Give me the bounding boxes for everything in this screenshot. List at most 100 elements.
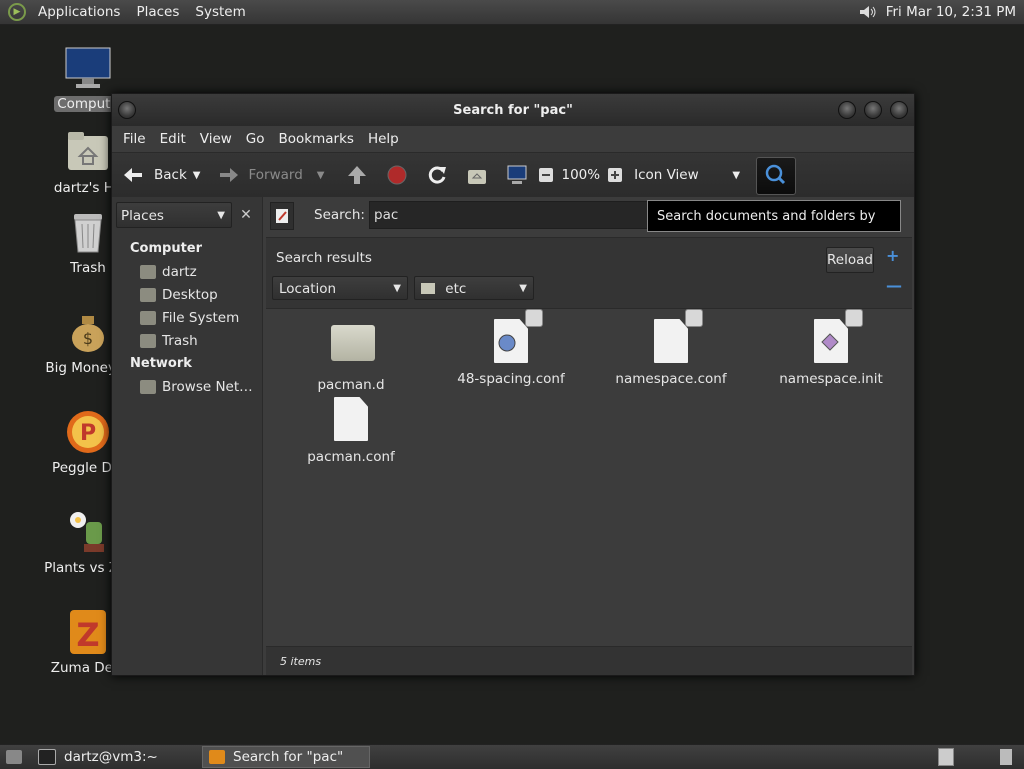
menu-bookmarks[interactable]: Bookmarks bbox=[272, 131, 361, 147]
money-bag-icon: $ bbox=[64, 308, 112, 356]
workspace-icon bbox=[938, 748, 954, 766]
reload-button[interactable] bbox=[426, 153, 448, 197]
reload-icon bbox=[429, 166, 447, 184]
zoom-in-button[interactable] bbox=[607, 153, 623, 197]
remove-criterion-icon[interactable]: — bbox=[886, 276, 902, 295]
zoom-level[interactable]: 100% bbox=[561, 153, 600, 197]
menu-go[interactable]: Go bbox=[239, 131, 272, 147]
location-combo[interactable]: etc ▼ bbox=[414, 276, 534, 300]
system-menu[interactable]: System bbox=[187, 4, 253, 20]
maximize-button[interactable] bbox=[864, 101, 882, 119]
chevron-down-icon: ▼ bbox=[393, 283, 401, 294]
network-icon bbox=[140, 380, 156, 394]
lock-icon bbox=[685, 309, 703, 327]
drive-icon bbox=[140, 311, 156, 325]
edit-query-button[interactable] bbox=[270, 202, 294, 230]
trash-applet[interactable] bbox=[1000, 746, 1020, 768]
close-button[interactable] bbox=[890, 101, 908, 119]
taskbar-item-search[interactable]: Search for "pac" bbox=[202, 746, 370, 768]
top-panel: ▶ Applications Places System Fri Mar 10,… bbox=[0, 0, 1024, 25]
gnome-foot-icon[interactable]: ▶ bbox=[8, 3, 26, 21]
file-browser-window: Search for "pac" File Edit View Go Bookm… bbox=[111, 93, 915, 676]
zoom-in-icon bbox=[608, 168, 623, 182]
file-item[interactable]: pacman.d bbox=[286, 319, 416, 393]
search-button[interactable] bbox=[756, 157, 796, 195]
computer-icon bbox=[507, 165, 527, 184]
forward-arrow-icon bbox=[220, 168, 239, 182]
sidebar-item-trash[interactable]: Trash bbox=[140, 333, 198, 349]
up-arrow-icon bbox=[348, 166, 367, 184]
desktop-icon bbox=[140, 288, 156, 302]
search-input[interactable] bbox=[369, 201, 659, 229]
top-panel-right: Fri Mar 10, 2:31 PM bbox=[858, 4, 1024, 20]
workspace-switcher[interactable] bbox=[938, 746, 956, 768]
home-icon bbox=[468, 170, 487, 184]
window-titlebar[interactable]: Search for "pac" bbox=[112, 94, 914, 126]
window-menu-button[interactable] bbox=[118, 101, 136, 119]
lock-icon bbox=[525, 309, 543, 327]
add-criterion-icon[interactable]: + bbox=[886, 246, 899, 265]
trash-icon bbox=[64, 208, 112, 256]
home-folder-icon bbox=[64, 128, 112, 176]
file-item[interactable]: namespace.init bbox=[766, 309, 896, 387]
volume-icon[interactable] bbox=[858, 4, 878, 20]
close-sidebar-icon[interactable]: ✕ bbox=[234, 202, 258, 228]
plants-icon bbox=[64, 508, 112, 556]
sidebar-section-network: Network bbox=[130, 356, 192, 371]
home-button[interactable] bbox=[466, 153, 488, 197]
file-item[interactable]: namespace.conf bbox=[606, 309, 736, 387]
criterion-type-combo[interactable]: Location ▼ bbox=[272, 276, 408, 300]
sidebar: Places ▼ ✕ Computer dartz Desktop File S… bbox=[112, 197, 263, 675]
sidebar-item-file-system[interactable]: File System bbox=[140, 310, 239, 326]
zoom-out-button[interactable] bbox=[538, 153, 554, 197]
reload-button[interactable]: Reload bbox=[826, 247, 874, 273]
folder-icon bbox=[421, 283, 435, 294]
taskbar-item-terminal[interactable]: dartz@vm3:~ bbox=[32, 746, 198, 768]
file-item[interactable]: 48-spacing.conf bbox=[446, 309, 576, 387]
back-button[interactable]: Back bbox=[122, 153, 187, 197]
zoom-out-icon bbox=[539, 168, 554, 182]
clock[interactable]: Fri Mar 10, 2:31 PM bbox=[886, 4, 1016, 20]
chevron-down-icon: ▼ bbox=[732, 169, 741, 181]
menu-edit[interactable]: Edit bbox=[153, 131, 193, 147]
sidebar-item-dartz[interactable]: dartz bbox=[140, 264, 197, 280]
search-bar: Search: Search documents and folders by … bbox=[266, 197, 912, 256]
lock-icon bbox=[845, 309, 863, 327]
trash-icon bbox=[140, 334, 156, 348]
sidebar-item-desktop[interactable]: Desktop bbox=[140, 287, 218, 303]
back-history-dropdown[interactable]: ▼ bbox=[193, 153, 201, 197]
trash-icon bbox=[1000, 749, 1012, 765]
view-mode-combo[interactable]: Icon View ▼ bbox=[634, 153, 746, 197]
folder-search-icon bbox=[209, 750, 225, 764]
computer-button[interactable] bbox=[506, 153, 528, 197]
folder-icon bbox=[331, 325, 375, 371]
main-content: Search: Search documents and folders by … bbox=[266, 197, 912, 675]
forward-button[interactable]: Forward bbox=[216, 153, 303, 197]
forward-history-dropdown[interactable]: ▼ bbox=[317, 153, 325, 197]
sidebar-item-browse-network[interactable]: Browse Net… bbox=[140, 379, 253, 395]
menu-help[interactable]: Help bbox=[361, 131, 406, 147]
stop-button[interactable] bbox=[386, 153, 408, 197]
home-folder-icon bbox=[140, 265, 156, 279]
file-item[interactable]: pacman.conf bbox=[286, 397, 416, 465]
applications-menu[interactable]: Applications bbox=[30, 4, 128, 20]
places-menu[interactable]: Places bbox=[128, 4, 187, 20]
search-icon bbox=[765, 164, 786, 185]
sidebar-type-combo[interactable]: Places ▼ bbox=[116, 202, 232, 228]
search-label: Search: bbox=[314, 207, 365, 223]
minimize-button[interactable] bbox=[838, 101, 856, 119]
bottom-panel: dartz@vm3:~ Search for "pac" bbox=[0, 744, 1024, 769]
menu-file[interactable]: File bbox=[116, 131, 153, 147]
up-button[interactable] bbox=[346, 153, 368, 197]
status-bar: 5 items bbox=[266, 646, 912, 675]
sidebar-section-computer: Computer bbox=[130, 241, 203, 256]
search-tooltip: Search documents and folders by name bbox=[647, 200, 901, 256]
show-desktop-button[interactable] bbox=[0, 746, 30, 768]
svg-text:P: P bbox=[80, 421, 96, 446]
stop-icon bbox=[387, 165, 407, 185]
window-title: Search for "pac" bbox=[453, 102, 573, 118]
terminal-icon bbox=[38, 749, 56, 765]
menubar: File Edit View Go Bookmarks Help bbox=[112, 126, 914, 152]
text-file-icon bbox=[651, 309, 703, 365]
menu-view[interactable]: View bbox=[193, 131, 239, 147]
